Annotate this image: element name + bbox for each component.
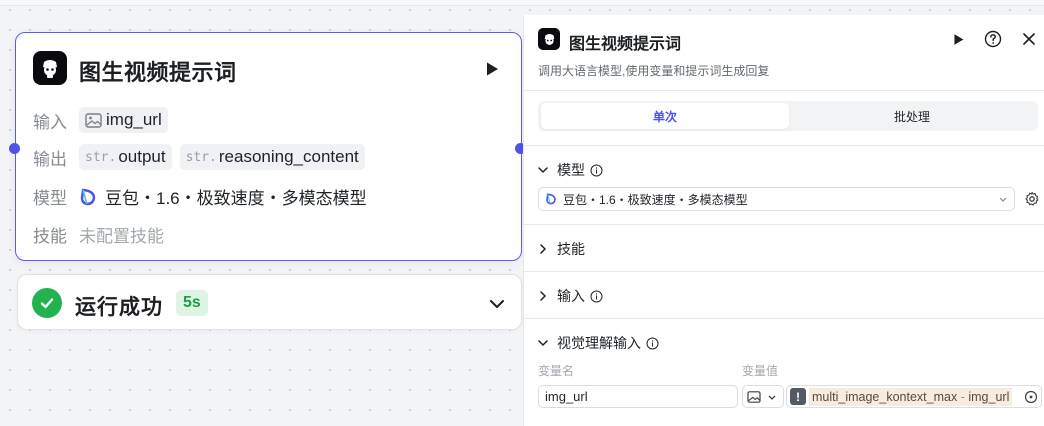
node-output-row: 输出 str. output str. reasoning_content (33, 144, 373, 170)
node-input-row: 输入 img_url (33, 107, 176, 133)
var-value-column-label: 变量值 (742, 364, 779, 378)
node-model-row: 模型 豆包・1.6・极致速度・多模态模型 (33, 184, 367, 209)
doubao-logo-icon (546, 193, 556, 205)
divider (524, 318, 1044, 319)
chevron-down-icon (538, 340, 548, 347)
var-name-column-label: 变量名 (538, 364, 575, 378)
play-icon (953, 33, 963, 45)
run-mode-tabs: 单次 批处理 (538, 101, 1038, 131)
output-tag-output: str. output (79, 144, 172, 170)
panel-title: 图生视频提示词 (569, 36, 682, 53)
reference-value: multi_image_kontext_max - img_url (809, 387, 1013, 406)
node-title: 图生视频提示词 (79, 60, 237, 85)
model-label: 模型 (33, 189, 67, 208)
panel-close-button[interactable] (1019, 29, 1039, 49)
warning-icon: ! (790, 388, 806, 405)
chevron-down-icon (538, 167, 548, 174)
tab-batch[interactable]: 批处理 (788, 103, 1036, 129)
node-config-panel: 图生视频提示词 调用大语言模型,使用变量和提示词生成回复 单次 批处理 模型 豆… (523, 15, 1044, 426)
divider (524, 90, 1044, 91)
expand-status-button[interactable] (486, 293, 508, 315)
run-duration-badge: 5s (176, 290, 208, 316)
input-tag-img-url: img_url (79, 107, 168, 133)
panel-description: 调用大语言模型,使用变量和提示词生成回复 (538, 64, 770, 78)
chevron-right-icon (540, 244, 547, 254)
divider (524, 271, 1044, 272)
close-icon (1023, 33, 1035, 45)
node-skill-row: 技能 未配置技能 (33, 222, 164, 247)
info-icon (590, 290, 603, 302)
play-icon (487, 62, 498, 76)
section-input-header[interactable]: 输入 (538, 286, 612, 306)
skill-label: 技能 (33, 227, 67, 246)
doubao-logo-icon (80, 188, 96, 205)
model-select[interactable]: 豆包・1.6・极致速度・多模态模型 (538, 187, 1015, 211)
chevron-right-icon (540, 291, 547, 301)
divider (524, 224, 1044, 225)
var-name-input[interactable]: img_url (538, 385, 738, 408)
node-robot-icon (33, 51, 67, 85)
gear-icon (1025, 191, 1039, 206)
model-value: 豆包・1.6・极致速度・多模态模型 (105, 189, 367, 208)
input-label: 输入 (33, 112, 67, 132)
chevron-down-icon (490, 300, 504, 308)
help-icon (984, 30, 1002, 48)
skill-value: 未配置技能 (79, 227, 164, 246)
output-label: 输出 (33, 149, 67, 169)
node-input-port[interactable] (9, 143, 20, 154)
section-vision-input-header[interactable]: 视觉理解输入 (538, 333, 668, 353)
llm-node-card[interactable]: 图生视频提示词 输入 img_url 输出 str. output str. r… (15, 32, 522, 261)
divider (524, 145, 1044, 146)
image-icon (85, 112, 102, 128)
variable-picker-icon[interactable] (1024, 390, 1038, 404)
panel-help-button[interactable] (983, 29, 1003, 49)
run-status-text: 运行成功 (75, 296, 163, 319)
section-skills-header[interactable]: 技能 (538, 239, 585, 259)
var-type-select[interactable] (742, 385, 784, 408)
chevron-down-icon (999, 197, 1007, 202)
output-tag-reasoning-content: str. reasoning_content (179, 144, 365, 170)
success-check-icon (32, 288, 62, 318)
panel-robot-icon (538, 28, 560, 50)
section-model-header[interactable]: 模型 (538, 160, 612, 180)
info-icon (646, 337, 659, 349)
image-icon (747, 390, 761, 403)
run-node-button[interactable] (481, 58, 503, 80)
run-status-card[interactable]: 运行成功 5s (17, 274, 522, 330)
var-value-reference[interactable]: ! multi_image_kontext_max - img_url (786, 385, 1042, 408)
tab-single[interactable]: 单次 (541, 103, 789, 129)
info-icon (590, 164, 603, 176)
canvas-top-bar (0, 0, 1044, 6)
model-settings-button[interactable] (1024, 191, 1040, 207)
panel-run-button[interactable] (948, 29, 968, 49)
chevron-down-icon (768, 395, 776, 400)
